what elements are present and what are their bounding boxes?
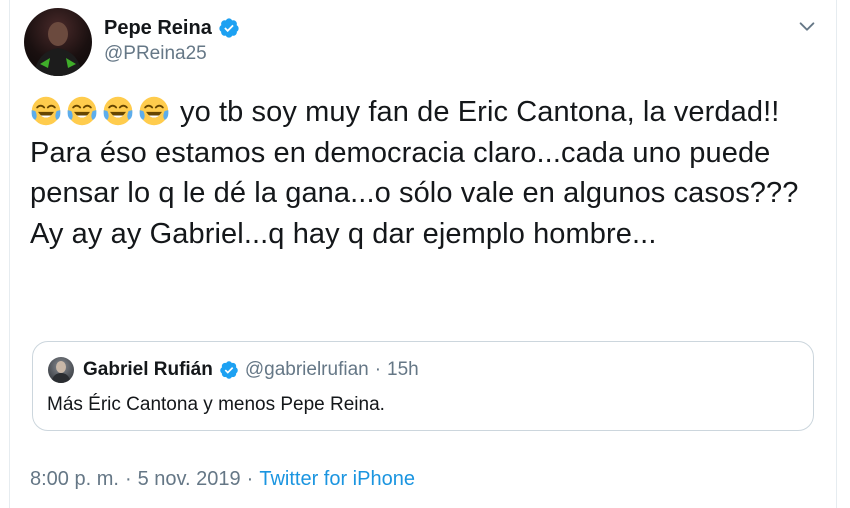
quoted-tweet[interactable]: Gabriel Rufián @gabrielrufian · 15h Más …	[32, 341, 814, 431]
tweet-card: Pepe Reina @PReina25 yo tb soy muy fan d…	[9, 0, 837, 508]
laughing-tears-emoji-icon	[103, 96, 133, 126]
separator-dot: ·	[246, 468, 254, 490]
tweet-text: yo tb soy muy fan de Eric Cantona, la ve…	[30, 92, 810, 254]
quoted-tweet-header: Gabriel Rufián @gabrielrufian · 15h	[83, 357, 419, 383]
separator-dot: ·	[124, 468, 132, 490]
laughing-tears-emoji-icon	[31, 96, 61, 126]
separator-dot: ·	[374, 359, 382, 380]
quoted-tweet-text: Más Éric Cantona y menos Pepe Reina.	[47, 394, 385, 415]
author-name-row: Pepe Reina	[104, 15, 240, 41]
laughing-tears-emoji-icon	[139, 96, 169, 126]
author-display-name[interactable]: Pepe Reina	[104, 17, 212, 40]
emoji-group	[30, 95, 170, 127]
tweet-source-link[interactable]: Twitter for iPhone	[259, 468, 415, 491]
quoted-author-display-name: Gabriel Rufián	[83, 359, 213, 380]
author-photo-icon	[34, 22, 82, 76]
quoted-author-photo-icon	[51, 361, 71, 383]
tweet-meta: 8:00 p. m. · 5 nov. 2019 · Twitter for i…	[30, 468, 415, 491]
tweet-author: Pepe Reina @PReina25	[104, 15, 240, 65]
tweet-time[interactable]: 8:00 p. m.	[30, 468, 119, 491]
tweet-date[interactable]: 5 nov. 2019	[138, 468, 241, 491]
laughing-tears-emoji-icon	[67, 96, 97, 126]
verified-badge-icon	[220, 361, 238, 379]
verified-badge-icon	[219, 18, 239, 38]
author-handle[interactable]: @PReina25	[104, 43, 240, 65]
quoted-author-avatar	[48, 357, 74, 383]
chevron-down-icon[interactable]	[796, 16, 818, 38]
quoted-tweet-time: 15h	[387, 359, 419, 380]
author-avatar[interactable]	[24, 8, 92, 76]
quoted-author-handle: @gabrielrufian	[244, 359, 369, 380]
